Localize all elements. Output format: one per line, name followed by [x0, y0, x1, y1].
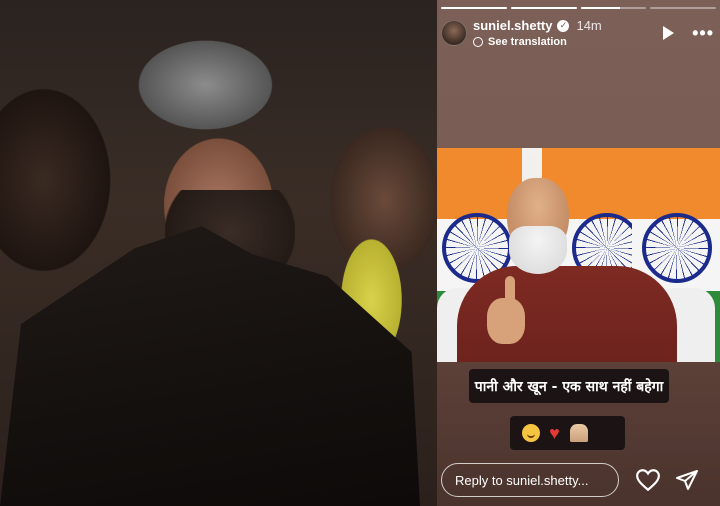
smile-icon [521, 424, 540, 442]
speaker-hand [487, 298, 525, 344]
speaker-beard [509, 226, 567, 274]
user-line: suniel.shetty ✓ 14m [473, 18, 602, 33]
verified-badge-icon: ✓ [557, 19, 570, 32]
see-translation-link[interactable]: See translation [473, 36, 602, 48]
time-ago: 14m [576, 18, 602, 33]
like-heart-icon[interactable] [635, 467, 661, 493]
progress-segment [441, 7, 507, 9]
more-options-icon[interactable]: ••• [692, 24, 714, 42]
left-portrait-photo [0, 0, 437, 506]
story-header: suniel.shetty ✓ 14m See translation ••• [441, 18, 714, 56]
see-translation-label: See translation [488, 36, 567, 48]
avatar[interactable] [441, 20, 467, 46]
globe-icon [473, 37, 483, 47]
header-actions: ••• [663, 24, 714, 42]
progress-segment [580, 7, 647, 9]
reply-input[interactable]: Reply to suniel.shetty... [441, 463, 619, 497]
user-block: suniel.shetty ✓ 14m See translation [473, 18, 602, 48]
instagram-story: suniel.shetty ✓ 14m See translation ••• [437, 0, 720, 506]
story-caption-text: पानी और खून - एक साथ नहीं बहेगा [469, 369, 669, 403]
play-icon[interactable] [663, 26, 675, 40]
progress-segment [650, 7, 716, 9]
progress-segment [510, 7, 577, 9]
folded-hands-icon [569, 424, 588, 442]
story-progress-bar [441, 7, 716, 9]
india-flag-icon [594, 426, 614, 440]
story-video-image [437, 148, 720, 362]
send-icon[interactable] [675, 468, 699, 492]
reply-placeholder: Reply to suniel.shetty... [455, 472, 589, 488]
emoji-sticker: ♥ [510, 416, 625, 450]
reply-bar: Reply to suniel.shetty... [437, 454, 720, 506]
ashoka-chakra-icon [642, 212, 712, 283]
portrait-shirt [0, 226, 420, 506]
heart-icon: ♥ [549, 423, 560, 443]
username[interactable]: suniel.shetty [473, 18, 552, 33]
